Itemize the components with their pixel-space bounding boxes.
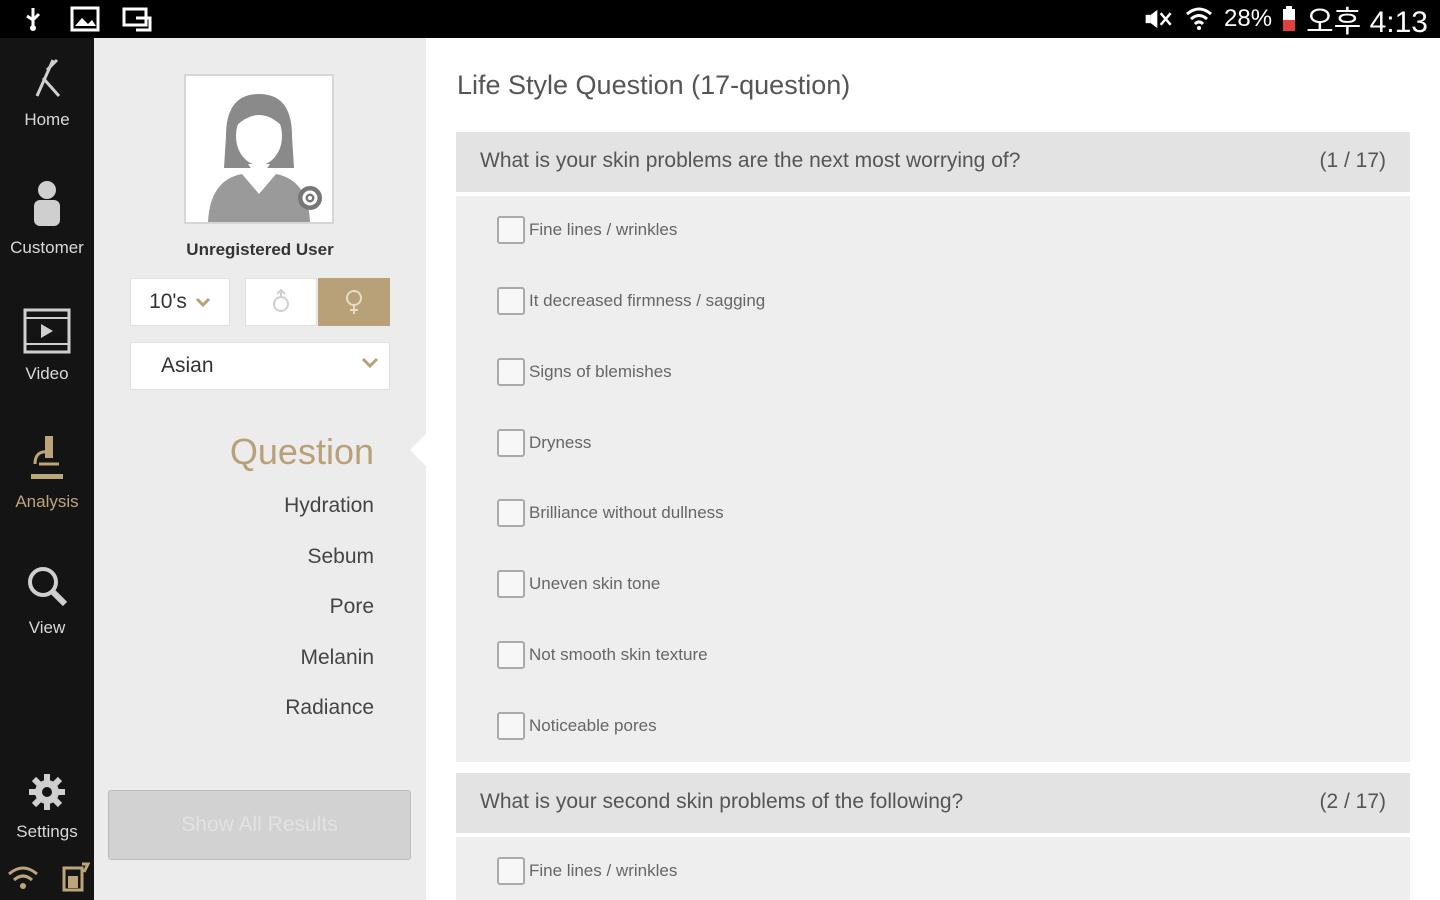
option-label: Dryness [529, 433, 592, 452]
female-icon [346, 290, 362, 314]
profile-panel: Unregistered User 10's Asian Question Hy… [94, 38, 426, 900]
option-fine-lines[interactable]: Fine lines / wrinkles [497, 856, 677, 886]
age-value: 10's [149, 290, 187, 313]
usb-icon [26, 8, 41, 31]
battery-icon [1283, 6, 1296, 31]
checkbox[interactable] [497, 857, 525, 885]
person-icon [34, 181, 60, 226]
checkbox[interactable] [497, 712, 525, 740]
option-label: Noticeable pores [529, 716, 657, 735]
question-text: What is your second skin problems of the… [480, 790, 964, 813]
nav-home-label: Home [24, 110, 70, 129]
battery-level: 28% [1224, 5, 1273, 32]
option-dryness[interactable]: Dryness [497, 428, 591, 458]
question-counter: (1 / 17) [1319, 149, 1386, 172]
nav-view-label: View [28, 618, 66, 637]
chevron-down-icon [361, 357, 379, 369]
question-counter: (2 / 17) [1319, 790, 1386, 813]
nav-home[interactable]: Home [0, 56, 94, 166]
option-label: Uneven skin tone [529, 574, 661, 593]
option-brilliance[interactable]: Brilliance without dullness [497, 498, 724, 528]
option-label: Not smooth skin texture [529, 645, 708, 664]
option-label: Signs of blemishes [529, 362, 672, 381]
checkbox[interactable] [497, 499, 525, 527]
nav-video-label: Video [25, 364, 69, 383]
screen-mirror-icon [122, 7, 152, 32]
checkbox[interactable] [497, 358, 525, 386]
checkbox[interactable] [497, 570, 525, 598]
page-title: Life Style Question (17-question) [457, 70, 851, 100]
nav-analysis[interactable]: Analysis [0, 434, 94, 544]
option-fine-lines[interactable]: Fine lines / wrinkles [497, 215, 677, 245]
option-pores[interactable]: Noticeable pores [497, 711, 657, 741]
question-options: Fine lines / wrinkles It decreased firmn… [456, 196, 1410, 762]
option-firmness[interactable]: It decreased firmness / sagging [497, 286, 765, 316]
show-all-results-button[interactable]: Show All Results [108, 790, 411, 860]
question-options: Fine lines / wrinkles [456, 837, 1410, 900]
ethnicity-value: Asian [161, 354, 214, 377]
ethnicity-select[interactable]: Asian [130, 342, 390, 390]
option-uneven-tone[interactable]: Uneven skin tone [497, 569, 660, 599]
wifi-status-icon [8, 866, 38, 889]
active-menu-indicator [410, 434, 426, 466]
video-icon [23, 308, 71, 354]
question-header: What is your skin problems are the next … [456, 132, 1410, 192]
device-battery-icon [62, 862, 90, 892]
menu-pore[interactable]: Pore [330, 595, 374, 619]
gear-icon [29, 774, 65, 810]
gender-female-button[interactable] [318, 278, 390, 326]
checkbox[interactable] [497, 429, 525, 457]
checkbox[interactable] [497, 216, 525, 244]
nav-analysis-label: Analysis [15, 492, 79, 511]
main-nav: Home Customer Video Analysis View Settin… [0, 38, 94, 900]
image-icon [70, 6, 100, 32]
option-label: Fine lines / wrinkles [529, 220, 678, 239]
status-bar: 28% 오후 4:13 [0, 0, 1440, 39]
menu-melanin[interactable]: Melanin [300, 646, 374, 670]
option-blemishes[interactable]: Signs of blemishes [497, 357, 672, 387]
clock: 오후 4:13 [1306, 6, 1428, 39]
home-icon [35, 58, 61, 97]
avatar-settings-icon[interactable] [296, 184, 324, 212]
nav-video[interactable]: Video [0, 308, 94, 418]
nav-view[interactable]: View [0, 564, 94, 674]
option-texture[interactable]: Not smooth skin texture [497, 640, 708, 670]
menu-hydration[interactable]: Hydration [284, 494, 374, 518]
question-header: What is your second skin problems of the… [456, 773, 1410, 833]
option-label: It decreased firmness / sagging [529, 291, 766, 310]
option-label: Fine lines / wrinkles [529, 861, 678, 880]
wifi-icon [1186, 7, 1212, 30]
male-icon [273, 289, 289, 312]
nav-settings-label: Settings [16, 822, 78, 841]
menu-question[interactable]: Question [230, 431, 374, 473]
nav-customer-label: Customer [10, 238, 84, 257]
menu-sebum[interactable]: Sebum [307, 545, 374, 569]
question-panel: Life Style Question (17-question) What i… [426, 38, 1440, 900]
user-name: Unregistered User [186, 240, 334, 259]
search-icon [28, 567, 68, 607]
question-text: What is your skin problems are the next … [480, 149, 1021, 172]
age-select[interactable]: 10's [130, 278, 230, 326]
avatar[interactable] [184, 74, 334, 224]
menu-radiance[interactable]: Radiance [285, 696, 374, 720]
checkbox[interactable] [497, 641, 525, 669]
checkbox[interactable] [497, 287, 525, 315]
gender-male-button[interactable] [245, 278, 317, 326]
option-label: Brilliance without dullness [529, 503, 724, 522]
chevron-down-icon [195, 297, 210, 307]
microscope-icon [31, 436, 63, 479]
nav-customer[interactable]: Customer [0, 180, 94, 290]
mute-icon [1145, 9, 1172, 29]
